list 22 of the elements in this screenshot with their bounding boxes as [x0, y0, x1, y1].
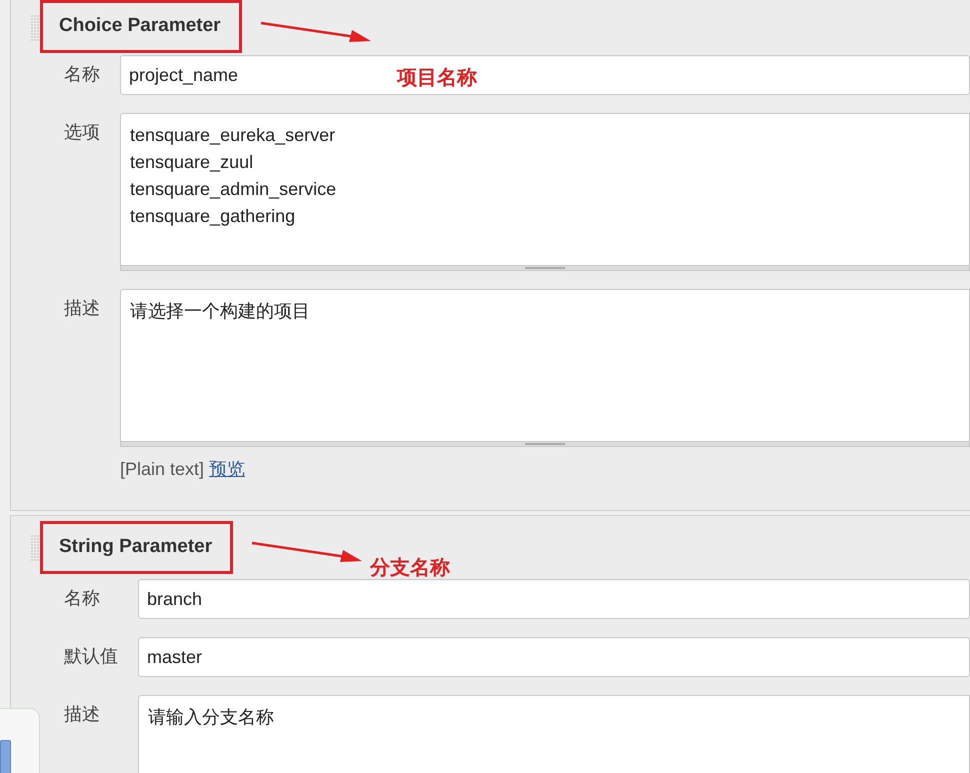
field-label: 名称 [64, 63, 100, 86]
format-label: [Plain text] [120, 459, 204, 479]
resize-handle[interactable] [120, 266, 970, 271]
text-area[interactable]: 请输入分支名称 [138, 695, 970, 773]
annotation-text: 项目名称 [397, 66, 477, 91]
text-field[interactable]: master [138, 637, 970, 677]
text-field[interactable]: branch [138, 579, 970, 619]
field-label: 选项 [64, 121, 100, 144]
preview-link[interactable]: 预览 [209, 459, 246, 479]
field-label: 名称 [64, 587, 101, 610]
resize-handle[interactable] [120, 442, 970, 447]
drag-handle-icon[interactable] [31, 14, 39, 40]
field-label: 默认值 [64, 645, 118, 668]
section-title: String Parameter [59, 535, 212, 560]
field-label: 描述 [64, 703, 101, 726]
field-label: 描述 [64, 297, 100, 320]
drag-handle-icon[interactable] [31, 534, 39, 560]
annotation-text: 分支名称 [370, 556, 450, 581]
section-title: Choice Parameter [59, 14, 221, 38]
text-area[interactable]: 请选择一个构建的项目 [120, 289, 970, 442]
text-area[interactable]: tensquare_eureka_server tensquare_zuul tensquare_admin_service tensquare_gathering [120, 113, 970, 266]
panel-tab[interactable] [0, 740, 11, 773]
